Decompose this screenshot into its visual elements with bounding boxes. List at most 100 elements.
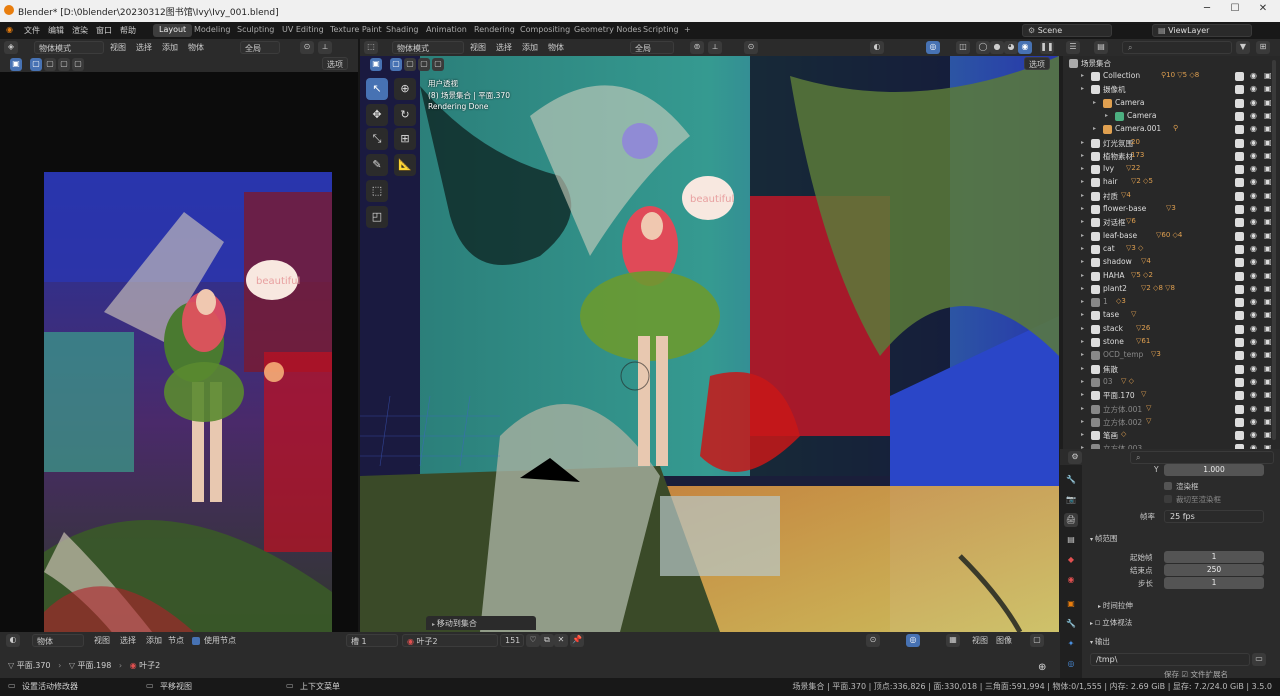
render-camera-icon[interactable]: ▣ xyxy=(1264,297,1272,306)
frame-start-field[interactable]: 1 xyxy=(1164,551,1264,563)
viewport-mode-dropdown[interactable]: 物体模式 xyxy=(392,41,464,54)
expand-arrow-icon[interactable]: ▸ xyxy=(1081,72,1084,79)
eye-icon[interactable]: ◉ xyxy=(1250,244,1257,253)
expand-arrow-icon[interactable]: ▸ xyxy=(1081,285,1084,292)
expand-arrow-icon[interactable]: ▸ xyxy=(1081,325,1084,332)
menu-add[interactable]: 添加 xyxy=(158,41,182,54)
viewport-options-dropdown[interactable]: 选项 xyxy=(1024,57,1050,70)
mode-dropdown[interactable]: 物体模式 xyxy=(34,41,104,54)
viewport-mode-new-icon[interactable]: ▢ xyxy=(390,58,402,71)
render-camera-icon[interactable]: ▣ xyxy=(1264,71,1272,80)
menu-object[interactable]: 物体 xyxy=(184,41,208,54)
expand-arrow-icon[interactable]: ▸ xyxy=(1081,311,1084,318)
outliner-item[interactable]: ▸ tase ▽ ◉ ▣ xyxy=(1063,309,1280,322)
snap-icon[interactable]: ⊙ xyxy=(300,41,314,54)
minimize-icon[interactable]: ─ xyxy=(1200,3,1214,17)
tab-animation[interactable]: Animation xyxy=(420,24,473,37)
overlay-icon[interactable]: ◫ xyxy=(956,41,970,54)
render-camera-icon[interactable]: ▣ xyxy=(1264,98,1272,107)
outliner-item[interactable]: ▸ 1 ◇3 ◉ ▣ xyxy=(1063,296,1280,309)
exclude-checkbox[interactable] xyxy=(1235,244,1244,254)
render-camera-icon[interactable]: ▣ xyxy=(1264,164,1272,173)
render-camera-icon[interactable]: ▣ xyxy=(1264,111,1272,120)
render-preview-area[interactable]: beautiful xyxy=(0,72,358,674)
tab-uv-editing[interactable]: UV Editing xyxy=(276,24,330,37)
expand-arrow-icon[interactable]: ▸ xyxy=(1081,298,1084,305)
orientation-dropdown[interactable]: 全局 xyxy=(240,41,280,54)
eye-icon[interactable]: ◉ xyxy=(1250,350,1257,359)
eye-icon[interactable]: ◉ xyxy=(1250,71,1257,80)
exclude-checkbox[interactable] xyxy=(1235,377,1244,387)
expand-arrow-icon[interactable]: ▸ xyxy=(1081,165,1084,172)
filter-icon[interactable]: ▼ xyxy=(1236,41,1250,54)
outliner-item[interactable]: ▸ Camera ◉ ▣ xyxy=(1063,97,1280,110)
image-browse-icon[interactable]: ▢ xyxy=(1030,634,1044,647)
shader-menu-add[interactable]: 添加 xyxy=(142,634,166,647)
menu-edit[interactable]: 编辑 xyxy=(48,25,64,36)
tab-modeling[interactable]: Modeling xyxy=(188,24,236,37)
render-camera-icon[interactable]: ▣ xyxy=(1264,151,1272,160)
exclude-checkbox[interactable] xyxy=(1235,72,1244,81)
outliner-scrollbar[interactable] xyxy=(1272,60,1276,440)
zoom-icon[interactable]: ⊕ xyxy=(1038,662,1046,673)
gizmo-icon[interactable]: ◎ xyxy=(926,41,940,54)
exclude-checkbox[interactable] xyxy=(1235,431,1244,441)
outliner-item[interactable]: ▸ shadow ▽4 ◉ ▣ xyxy=(1063,256,1280,269)
render-camera-icon[interactable]: ▣ xyxy=(1264,177,1272,186)
expand-arrow-icon[interactable]: ▸ xyxy=(1081,85,1084,92)
aspect-y-field[interactable]: 1.000 xyxy=(1164,464,1264,476)
viewport-mode-invert-icon[interactable]: ▢ xyxy=(432,58,444,71)
exclude-checkbox[interactable] xyxy=(1235,138,1244,148)
outliner-item[interactable]: ▸ 焦散 ◉ ▣ xyxy=(1063,363,1280,376)
fake-user-icon[interactable]: ♡ xyxy=(526,634,540,647)
outliner-item[interactable]: ▸ 摄像机 ◉ ▣ xyxy=(1063,83,1280,96)
output-tab-icon[interactable]: 🖨 xyxy=(1064,513,1078,527)
expand-arrow-icon[interactable]: ▸ xyxy=(1093,99,1096,106)
viewport-menu-select[interactable]: 选择 xyxy=(492,41,516,54)
outliner-item[interactable]: ▸ flower-base ▽3 ◉ ▣ xyxy=(1063,203,1280,216)
viewport-orientation-dropdown[interactable]: 全局 xyxy=(630,41,674,54)
tool-add-cube[interactable]: ⬚ xyxy=(366,180,388,202)
outliner-item[interactable]: ▸ 灯光氛围 20 ◉ ▣ xyxy=(1063,137,1280,150)
expand-arrow-icon[interactable]: ▸ xyxy=(1081,205,1084,212)
expand-arrow-icon[interactable]: ▸ xyxy=(1081,405,1084,412)
particles-tab-icon[interactable]: ✦ xyxy=(1064,637,1078,651)
modifier-tab-icon[interactable]: 🔧 xyxy=(1064,617,1078,631)
outliner-item[interactable]: ▸ 笔画 ◇ ◉ ▣ xyxy=(1063,429,1280,442)
outliner-item[interactable]: ▸ cat ▽3 ◇ ◉ ▣ xyxy=(1063,243,1280,256)
view-layer-tab-icon[interactable]: ▤ xyxy=(1064,533,1078,547)
eye-icon[interactable]: ◉ xyxy=(1250,310,1257,319)
exclude-checkbox[interactable] xyxy=(1235,351,1244,361)
exclude-checkbox[interactable] xyxy=(1235,271,1244,281)
render-camera-icon[interactable]: ▣ xyxy=(1264,377,1272,386)
render-camera-icon[interactable]: ▣ xyxy=(1264,257,1272,266)
frame-step-field[interactable]: 1 xyxy=(1164,577,1264,589)
material-slot-dropdown[interactable]: 槽 1 xyxy=(346,634,398,647)
outliner-item[interactable]: ▸ leaf-base ▽60 ◇4 ◉ ▣ xyxy=(1063,230,1280,243)
tool-scale[interactable]: ⤡ xyxy=(366,128,388,150)
eye-icon[interactable]: ◉ xyxy=(1250,151,1257,160)
outliner-item[interactable]: ▸ stack ▽26 ◉ ▣ xyxy=(1063,323,1280,336)
render-camera-icon[interactable]: ▣ xyxy=(1264,191,1272,200)
outliner-item[interactable]: ▸ 立方体.002 ▽ ◉ ▣ xyxy=(1063,416,1280,429)
use-nodes-checkbox[interactable] xyxy=(192,637,200,645)
outliner-item[interactable]: ▸ Collection ⚲10 ▽5 ◇8 ◉ ▣ xyxy=(1063,70,1280,83)
expand-arrow-icon[interactable]: ▸ xyxy=(1081,351,1084,358)
eye-icon[interactable]: ◉ xyxy=(1250,191,1257,200)
render-camera-icon[interactable]: ▣ xyxy=(1264,364,1272,373)
exclude-checkbox[interactable] xyxy=(1235,284,1244,294)
outliner-item[interactable]: ▸ 立方体.001 ▽ ◉ ▣ xyxy=(1063,403,1280,416)
scene-tab-icon[interactable]: ◆ xyxy=(1064,553,1078,567)
shader-type-dropdown[interactable]: 物体 xyxy=(32,634,84,647)
exclude-checkbox[interactable] xyxy=(1235,404,1244,414)
tool-rotate[interactable]: ↻ xyxy=(394,104,416,126)
render-camera-icon[interactable]: ▣ xyxy=(1264,324,1272,333)
exclude-checkbox[interactable] xyxy=(1235,417,1244,427)
eye-icon[interactable]: ◉ xyxy=(1250,124,1257,133)
image-editor-type-icon[interactable]: ▦ xyxy=(946,634,960,647)
pin-icon[interactable]: 📌 xyxy=(570,634,584,647)
shader-editor[interactable]: ◐ 物体 视图 选择 添加 节点 使用节点 槽 1 ◉ 叶子2 151 ♡ ⧉ … xyxy=(0,632,1060,678)
outliner[interactable]: 场景集合 ▸ Collection ⚲10 ▽5 ◇8 ◉ ▣ ▸ 摄像机 ◉ ▣ ▸ Camera… xyxy=(1063,56,1280,450)
select-mode-subtract-icon[interactable]: ▢ xyxy=(58,58,70,71)
exclude-checkbox[interactable] xyxy=(1235,111,1244,121)
